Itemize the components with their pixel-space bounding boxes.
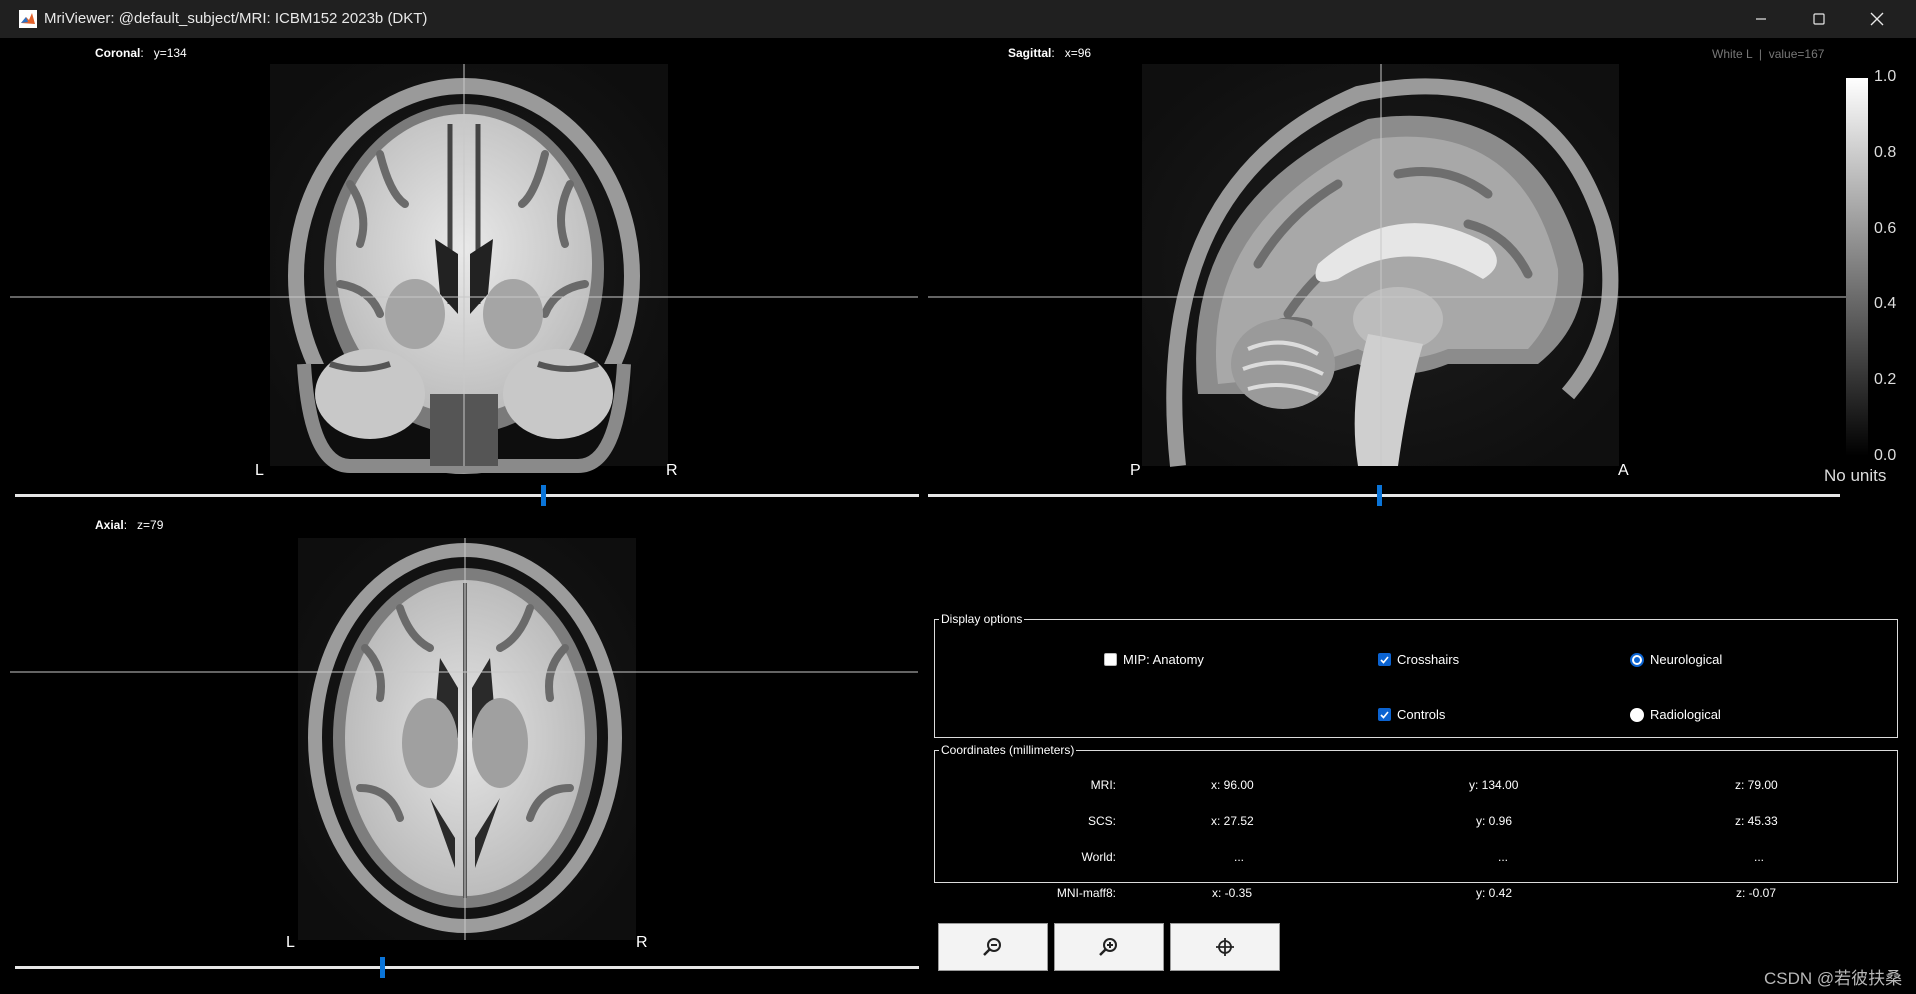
axial-slice-slider[interactable] <box>15 957 919 978</box>
minimize-icon <box>1756 18 1766 20</box>
coord-y-value: y: 0.96 <box>1476 814 1513 828</box>
axial-view[interactable] <box>10 538 918 948</box>
voxel-region-label: White L <box>1712 47 1753 61</box>
csdn-watermark: CSDN @若彼扶桑 <box>1764 969 1903 988</box>
coronal-label: Coronal: y=134 <box>95 46 187 60</box>
colorbar-tick: 1.0 <box>1874 68 1897 85</box>
colorbar-tick: 0.2 <box>1874 371 1897 388</box>
voxel-value-info: White L | value=167 <box>1712 47 1824 61</box>
colorbar-tick: 0.6 <box>1874 220 1897 237</box>
sagittal-view[interactable] <box>928 64 1846 508</box>
sagittal-posterior-marker: P <box>1130 462 1141 479</box>
center-crosshair-icon <box>1216 938 1234 956</box>
checkmark-icon <box>1380 710 1389 719</box>
sagittal-label: Sagittal: x=96 <box>1008 46 1092 60</box>
center-crosshair-button[interactable] <box>1170 923 1280 971</box>
coronal-slice-image <box>10 64 918 474</box>
radiological-label: Radiological <box>1650 707 1721 722</box>
axial-label: Axial: z=79 <box>95 518 164 532</box>
coordinates-legend: Coordinates (millimeters) <box>941 743 1075 757</box>
viewer-content: Coronal: y=134 Sagittal: x=96 White L | va… <box>10 38 1908 984</box>
coord-y-value: ... <box>1498 850 1509 864</box>
coronal-slice-slider[interactable] <box>15 485 919 506</box>
minimize-button[interactable] <box>1732 0 1790 38</box>
colorbar-tick: 0.0 <box>1874 447 1897 464</box>
mri-viewer-window: MriViewer: @default_subject/MRI: ICBM152… <box>0 0 1916 994</box>
coord-y-value: y: 134.00 <box>1469 778 1519 792</box>
neurological-label: Neurological <box>1650 652 1723 667</box>
intensity-colorbar <box>1846 78 1868 456</box>
checkbox-checked-icon[interactable] <box>1378 708 1391 721</box>
title-bar[interactable]: MriViewer: @default_subject/MRI: ICBM152… <box>0 0 1916 38</box>
axial-slider-thumb[interactable] <box>380 957 386 978</box>
crosshairs-checkbox[interactable]: Crosshairs <box>1378 652 1459 667</box>
matlab-app-icon <box>19 10 37 28</box>
coord-row-label: MRI: <box>1090 778 1116 792</box>
coord-y-value: y: 0.42 <box>1476 886 1513 900</box>
colorbar-tick: 0.4 <box>1874 295 1897 312</box>
window-title: MriViewer: @default_subject/MRI: ICBM152… <box>44 10 428 27</box>
sagittal-anterior-marker: A <box>1618 462 1629 479</box>
colorbar-units: No units <box>1824 466 1887 485</box>
mip-anatomy-checkbox[interactable]: MIP: Anatomy <box>1104 652 1204 667</box>
axial-slice-image <box>10 538 918 940</box>
coronal-right-marker: R <box>666 462 678 479</box>
sagittal-coord: x=96 <box>1064 46 1092 60</box>
coord-z-value: z: -0.07 <box>1736 886 1777 900</box>
coord-z-value: z: 45.33 <box>1735 814 1778 828</box>
coord-x-value: x: 96.00 <box>1211 778 1254 792</box>
coord-x-value: ... <box>1234 850 1245 864</box>
radio-unselected-icon[interactable] <box>1630 707 1644 722</box>
zoom-out-icon <box>983 938 1001 956</box>
radiological-radio[interactable]: Radiological <box>1630 707 1721 722</box>
neurological-radio[interactable]: Neurological <box>1630 652 1722 667</box>
sagittal-slice-image <box>928 64 1846 467</box>
sagittal-view-name: Sagittal <box>1008 46 1052 60</box>
checkmark-icon <box>1380 655 1389 664</box>
coronal-view-name: Coronal <box>95 46 141 60</box>
coord-row-label: World: <box>1081 850 1116 864</box>
maximize-button[interactable] <box>1790 0 1848 38</box>
axial-left-marker: L <box>286 934 295 951</box>
crosshairs-label: Crosshairs <box>1397 652 1460 667</box>
axial-right-marker: R <box>636 934 648 951</box>
coord-z-value: ... <box>1754 850 1765 864</box>
controls-checkbox[interactable]: Controls <box>1378 707 1445 722</box>
coord-x-value: x: 27.52 <box>1211 814 1254 828</box>
voxel-value-separator: | <box>1758 47 1763 61</box>
sagittal-slice-slider[interactable] <box>928 485 1840 506</box>
maximize-icon <box>1813 13 1825 25</box>
coord-x-value: x: -0.35 <box>1212 886 1253 900</box>
coord-row-label: MNI-maff8: <box>1056 886 1116 900</box>
coronal-view[interactable] <box>10 64 918 508</box>
sagittal-slider-thumb[interactable] <box>1376 485 1382 506</box>
axial-view-name: Axial <box>95 518 124 532</box>
voxel-value: value=167 <box>1768 47 1825 61</box>
axial-coord: z=79 <box>137 518 164 532</box>
zoom-out-button[interactable] <box>938 923 1048 971</box>
zoom-in-button[interactable] <box>1054 923 1164 971</box>
close-icon <box>1870 12 1884 26</box>
mip-anatomy-label: MIP: Anatomy <box>1123 652 1204 667</box>
controls-label: Controls <box>1397 707 1446 722</box>
colorbar-tick: 0.8 <box>1874 144 1897 161</box>
coronal-coord: y=134 <box>153 46 187 60</box>
display-options-legend: Display options <box>941 612 1023 626</box>
close-button[interactable] <box>1848 0 1906 38</box>
checkbox-unchecked-icon[interactable] <box>1104 653 1117 666</box>
zoom-in-icon <box>1099 938 1117 956</box>
coord-z-value: z: 79.00 <box>1735 778 1778 792</box>
coord-row-label: SCS: <box>1087 814 1116 828</box>
coronal-slider-thumb[interactable] <box>540 485 546 506</box>
radio-selected-icon[interactable] <box>1630 652 1644 667</box>
coronal-left-marker: L <box>255 462 264 479</box>
checkbox-checked-icon[interactable] <box>1378 653 1391 666</box>
